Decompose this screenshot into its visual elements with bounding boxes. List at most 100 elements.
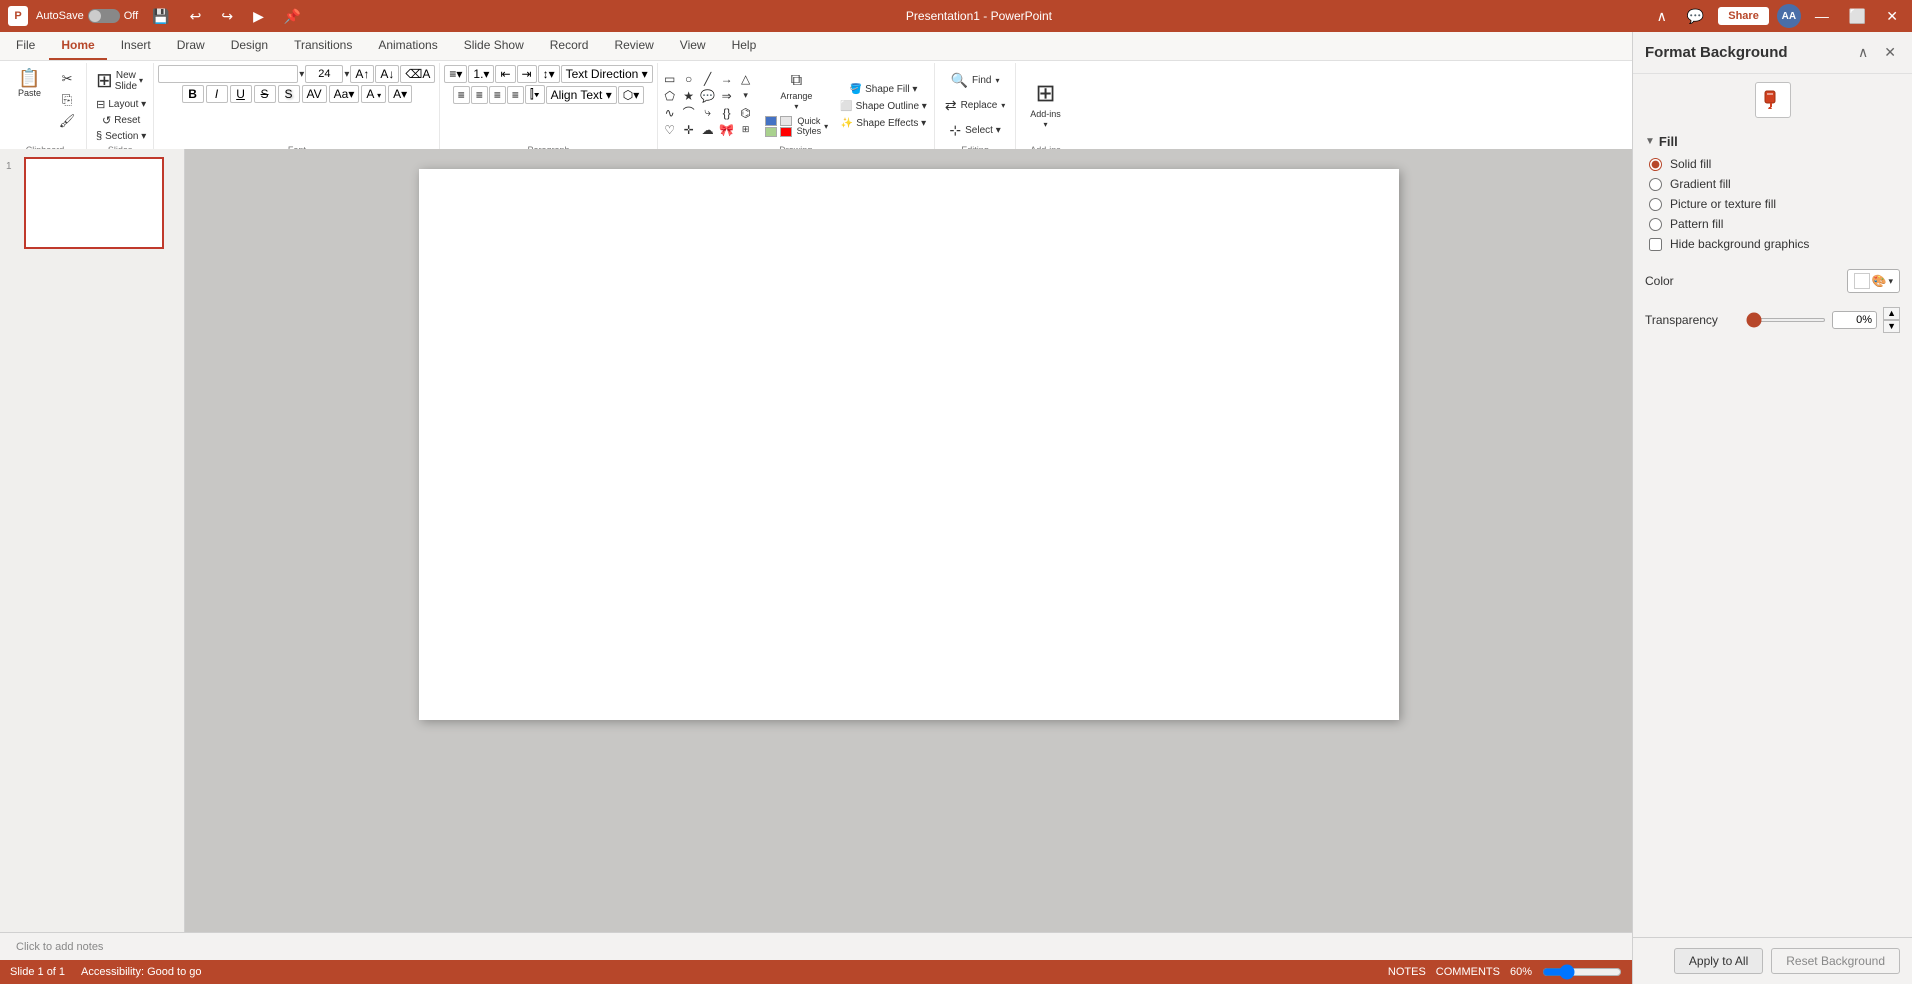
color-picker-dropdown[interactable]: ▾ <box>1888 276 1893 287</box>
shape-bracket[interactable]: {} <box>719 105 735 121</box>
shape-rect[interactable]: ▭ <box>662 71 678 87</box>
autosave-toggle[interactable]: AutoSave Off <box>36 9 138 23</box>
color-picker-button[interactable]: 🎨 ▾ <box>1847 269 1900 293</box>
picture-fill-radio[interactable] <box>1649 198 1662 211</box>
decrease-font-button[interactable]: A↓ <box>375 65 399 83</box>
zoom-slider[interactable] <box>1542 964 1622 980</box>
undo-button[interactable]: ↩ <box>184 6 208 27</box>
share-button[interactable]: Share <box>1718 7 1769 25</box>
hide-background-checkbox[interactable] <box>1649 238 1662 251</box>
tab-slideshow[interactable]: Slide Show <box>452 32 536 60</box>
tab-draw[interactable]: Draw <box>165 32 217 60</box>
shape-heart[interactable]: ♡ <box>662 122 678 138</box>
slide-canvas[interactable] <box>419 169 1399 720</box>
notes-placeholder[interactable]: Click to add notes <box>16 941 103 953</box>
shape-block-arrow[interactable]: ⇒ <box>719 88 735 104</box>
solid-fill-option[interactable]: Solid fill <box>1649 157 1900 171</box>
shape-line[interactable]: ╱ <box>700 71 716 87</box>
indent-more-button[interactable]: ⇥ <box>517 65 537 83</box>
font-color-dropdown-icon[interactable]: ▾ <box>377 91 381 100</box>
tab-home[interactable]: Home <box>49 32 106 60</box>
cut-button[interactable]: ✂ <box>52 69 82 89</box>
gradient-fill-option[interactable]: Gradient fill <box>1649 177 1900 191</box>
text-shadow-button[interactable]: S <box>278 85 300 103</box>
reset-button[interactable]: ↺ Reset <box>93 113 149 128</box>
bold-button[interactable]: B <box>182 85 204 103</box>
new-slide-dropdown-icon[interactable]: ▾ <box>139 76 143 85</box>
shape-ribbon[interactable]: 🎀 <box>719 122 735 138</box>
tab-file[interactable]: File <box>4 32 47 60</box>
shape-cross[interactable]: ✛ <box>681 122 697 138</box>
change-case-button[interactable]: Aa▾ <box>329 85 360 103</box>
new-slide-button[interactable]: ⊞ NewSlide ▾ <box>91 65 148 96</box>
slide-preview-1[interactable] <box>24 157 164 249</box>
section-button[interactable]: § Section ▾ <box>93 129 149 143</box>
line-spacing-button[interactable]: ↕▾ <box>538 65 560 83</box>
fill-section-header[interactable]: ▼ Fill <box>1645 126 1900 153</box>
underline-button[interactable]: U <box>230 85 252 103</box>
ribbon-collapse-btn[interactable]: ∧ <box>1651 6 1673 27</box>
close-button[interactable]: ✕ <box>1880 6 1904 27</box>
pattern-fill-option[interactable]: Pattern fill <box>1649 217 1900 231</box>
transparency-decrease-btn[interactable]: ▼ <box>1883 320 1900 333</box>
format-paint-icon[interactable] <box>1755 82 1791 118</box>
redo-button[interactable]: ↪ <box>215 6 239 27</box>
user-avatar[interactable]: AA <box>1777 4 1801 28</box>
font-color-button[interactable]: A ▾ <box>361 85 386 103</box>
layout-button[interactable]: ⊟ Layout ▾ <box>93 97 149 112</box>
shape-pentagon[interactable]: ⬠ <box>662 88 678 104</box>
shape-curve[interactable]: ⌒ <box>681 105 697 121</box>
increase-font-button[interactable]: A↑ <box>350 65 374 83</box>
transparency-slider[interactable] <box>1746 318 1826 322</box>
columns-button[interactable]: ⫿▾ <box>525 85 545 104</box>
panel-close-btn[interactable]: ✕ <box>1880 42 1900 63</box>
shape-fill-button[interactable]: 🪣 Shape Fill ▾ <box>837 82 930 97</box>
select-button[interactable]: ⊹ Select ▾ <box>943 119 1006 142</box>
gradient-fill-radio[interactable] <box>1649 178 1662 191</box>
tab-record[interactable]: Record <box>538 32 601 60</box>
shape-freeform[interactable]: ∿ <box>662 105 678 121</box>
arrange-button[interactable]: ⧉ Arrange ▾ <box>759 70 835 113</box>
clear-formatting-button[interactable]: ⌫A <box>400 65 435 83</box>
numbering-button[interactable]: 1.▾ <box>468 65 494 83</box>
shape-cloud[interactable]: ☁ <box>700 122 716 138</box>
tab-transitions[interactable]: Transitions <box>282 32 364 60</box>
pin-button[interactable]: 📌 <box>278 6 307 27</box>
paste-button[interactable]: 📋 Paste <box>8 65 51 102</box>
notes-status-btn[interactable]: NOTES <box>1388 966 1426 978</box>
slide-thumbnail-1[interactable]: 1 <box>6 157 178 249</box>
shape-oval[interactable]: ○ <box>681 71 697 87</box>
addins-dropdown-icon[interactable]: ▾ <box>1044 120 1048 129</box>
shape-triangle[interactable]: △ <box>738 71 754 87</box>
pattern-fill-radio[interactable] <box>1649 218 1662 231</box>
comments-status-btn[interactable]: COMMENTS <box>1436 966 1500 978</box>
convert-smartart-button[interactable]: ⬡▾ <box>618 86 645 104</box>
format-painter-button[interactable]: 🖌 <box>52 111 82 131</box>
align-text-button[interactable]: Align Text ▾ <box>546 86 617 104</box>
shape-more[interactable]: ▾ <box>738 88 754 104</box>
picture-texture-fill-option[interactable]: Picture or texture fill <box>1649 197 1900 211</box>
font-size-input[interactable] <box>305 65 343 83</box>
tab-view[interactable]: View <box>668 32 718 60</box>
bullets-button[interactable]: ≡▾ <box>444 65 467 83</box>
shape-connector[interactable]: ⤷ <box>700 105 716 121</box>
shape-star[interactable]: ★ <box>681 88 697 104</box>
reset-background-button[interactable]: Reset Background <box>1771 948 1900 974</box>
present-button[interactable]: ▶ <box>247 6 270 27</box>
indent-less-button[interactable]: ⇤ <box>495 65 515 83</box>
addins-button[interactable]: ⊞ Add-ins ▾ <box>1020 73 1071 135</box>
align-left-button[interactable]: ≡ <box>453 86 470 104</box>
panel-collapse-btn[interactable]: ∧ <box>1854 42 1872 63</box>
shape-callout[interactable]: 💬 <box>700 88 716 104</box>
text-direction-button[interactable]: Text Direction ▾ <box>561 65 653 83</box>
shape-brace[interactable]: ⌬ <box>738 105 754 121</box>
apply-all-button[interactable]: Apply to All <box>1674 948 1763 974</box>
tab-help[interactable]: Help <box>720 32 769 60</box>
find-dropdown-icon[interactable]: ▾ <box>995 76 999 85</box>
transparency-increase-btn[interactable]: ▲ <box>1883 307 1900 320</box>
font-size-dropdown-icon[interactable]: ▾ <box>344 69 349 80</box>
solid-fill-radio[interactable] <box>1649 158 1662 171</box>
italic-button[interactable]: I <box>206 85 228 103</box>
strikethrough-button[interactable]: S <box>254 85 276 103</box>
tab-review[interactable]: Review <box>602 32 665 60</box>
